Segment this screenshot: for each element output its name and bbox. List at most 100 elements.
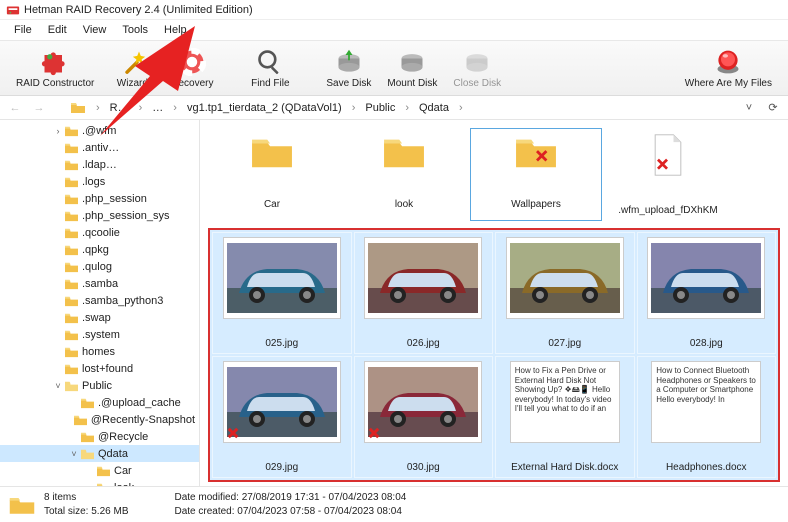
sidebar-item-label: .swap — [82, 312, 111, 324]
folder-icon — [80, 396, 95, 409]
sidebar-item[interactable]: ˅ Qdata — [0, 445, 199, 462]
crumb-3[interactable]: Public — [361, 102, 399, 114]
folder-icon — [64, 243, 79, 256]
document-preview: How to Connect Bluetooth Headphones or S… — [651, 361, 761, 443]
find-file-button[interactable]: Find File — [240, 46, 300, 91]
image-thumbnail — [506, 237, 624, 319]
file-item[interactable]: How to Fix a Pen Drive or External Hard … — [495, 356, 635, 478]
folder-name: .wfm_upload_fDXhKM — [618, 205, 718, 216]
file-item[interactable]: 028.jpg — [637, 232, 777, 354]
sidebar-item[interactable]: .antiv… — [0, 139, 199, 156]
file-item[interactable]: How to Connect Bluetooth Headphones or S… — [637, 356, 777, 478]
sidebar-item-label: .@upload_cache — [98, 397, 181, 409]
folder-item[interactable]: Car — [206, 128, 338, 221]
folder-icon — [96, 481, 111, 486]
recovery-button[interactable]: Recovery — [162, 46, 222, 91]
delete-marker-icon — [226, 426, 240, 440]
sidebar-item[interactable]: .system — [0, 326, 199, 343]
folder-item[interactable]: Wallpapers — [470, 128, 602, 221]
sidebar-item-label: .qpkg — [82, 244, 109, 256]
sidebar-item[interactable]: @Recycle — [0, 428, 199, 445]
sidebar: ›.@wfm.antiv….ldap… .logs .php_session .php… — [0, 120, 200, 486]
sidebar-item[interactable]: homes — [0, 343, 199, 360]
image-thumbnail — [364, 361, 482, 443]
menu-view[interactable]: View — [75, 22, 115, 38]
folder-name: Car — [264, 199, 280, 210]
file-name: Headphones.docx — [666, 462, 747, 473]
crumb-4[interactable]: Qdata — [415, 102, 453, 114]
sidebar-item[interactable]: .qcoolie — [0, 224, 199, 241]
sidebar-item-label: homes — [82, 346, 115, 358]
folder-icon — [64, 209, 79, 222]
crumb-0[interactable]: R… — [106, 102, 133, 114]
dropdown-button[interactable]: ˅ — [740, 99, 758, 117]
sidebar-item[interactable]: look — [0, 479, 199, 486]
menu-edit[interactable]: Edit — [40, 22, 75, 38]
sidebar-item-label: @Recently-Snapshot — [91, 414, 195, 426]
file-item[interactable]: 026.jpg — [354, 232, 494, 354]
mount-disk-button[interactable]: Mount Disk — [379, 46, 445, 91]
file-name: 029.jpg — [265, 462, 298, 473]
sidebar-item-label: .logs — [82, 176, 105, 188]
document-icon — [649, 133, 687, 177]
folder-icon — [64, 260, 79, 273]
sidebar-item[interactable]: .qulog — [0, 258, 199, 275]
twisty-icon[interactable]: ˅ — [68, 449, 80, 459]
status-items: 8 items — [44, 491, 128, 505]
crumb-1[interactable]: … — [148, 102, 167, 114]
sidebar-item[interactable]: ˅Public — [0, 377, 199, 394]
twisty-icon[interactable]: ˅ — [52, 381, 64, 391]
file-name: 027.jpg — [548, 338, 581, 349]
wizard-button[interactable]: Wizard — [102, 46, 162, 91]
twisty-icon[interactable]: › — [52, 126, 64, 136]
window-title: Hetman RAID Recovery 2.4 (Unlimited Edit… — [24, 4, 253, 16]
sidebar-item[interactable]: .php_session — [0, 190, 199, 207]
sidebar-item[interactable]: @Recently-Snapshot — [0, 411, 199, 428]
raid-constructor-button[interactable]: RAID Constructor — [8, 46, 102, 91]
sidebar-item[interactable]: .qpkg — [0, 241, 199, 258]
sidebar-item-label: .php_session_sys — [82, 210, 169, 222]
folder-icon — [64, 192, 79, 205]
image-thumbnail — [364, 237, 482, 319]
menu-tools[interactable]: Tools — [114, 22, 156, 38]
refresh-button[interactable]: ⟳ — [764, 99, 782, 117]
crumb-2[interactable]: vg1.tp1_tierdata_2 (QDataVol1) — [183, 102, 346, 114]
file-item[interactable]: 027.jpg — [495, 232, 635, 354]
folder-icon — [96, 464, 111, 477]
save-disk-button[interactable]: Save Disk — [318, 46, 379, 91]
file-item[interactable]: 029.jpg — [212, 356, 352, 478]
sidebar-item[interactable]: lost+found — [0, 360, 199, 377]
sidebar-item[interactable]: .php_session_sys — [0, 207, 199, 224]
sidebar-item[interactable]: .samba_python3 — [0, 292, 199, 309]
sidebar-item-label: Qdata — [98, 448, 128, 460]
puzzle-icon — [41, 48, 69, 76]
folder-name: Wallpapers — [511, 199, 561, 210]
main: ›.@wfm.antiv….ldap… .logs .php_session .php… — [0, 120, 788, 486]
folder-item[interactable]: look — [338, 128, 470, 221]
menu-help[interactable]: Help — [156, 22, 195, 38]
file-item[interactable]: 025.jpg — [212, 232, 352, 354]
sidebar-item[interactable]: .swap — [0, 309, 199, 326]
sidebar-item[interactable]: .ldap… — [0, 156, 199, 173]
sidebar-item-label: Car — [114, 465, 132, 477]
sidebar-item[interactable]: .samba — [0, 275, 199, 292]
folder-icon — [64, 141, 79, 154]
folder-icon — [64, 175, 79, 188]
folder-icon — [64, 345, 79, 358]
delete-marker-icon — [367, 426, 381, 440]
sidebar-item[interactable]: .@upload_cache — [0, 394, 199, 411]
menu-file[interactable]: File — [6, 22, 40, 38]
sidebar-item[interactable]: .logs — [0, 173, 199, 190]
sidebar-item[interactable]: ›.@wfm — [0, 122, 199, 139]
where-are-my-files-button[interactable]: Where Are My Files — [677, 46, 780, 91]
button-icon — [714, 48, 742, 76]
folder-item[interactable]: .wfm_upload_fDXhKM — [602, 128, 734, 221]
sidebar-item-label: look — [114, 482, 134, 487]
folder-icon — [64, 379, 79, 392]
status-modified: Date modified: 27/08/2019 17:31 - 07/04/… — [174, 491, 406, 505]
file-item[interactable]: 030.jpg — [354, 356, 494, 478]
folder-icon — [70, 100, 86, 116]
sidebar-item[interactable]: Car — [0, 462, 199, 479]
disk-mount-icon — [398, 48, 426, 76]
statusbar: 8 items Total size: 5.26 MB Date modifie… — [0, 486, 788, 522]
